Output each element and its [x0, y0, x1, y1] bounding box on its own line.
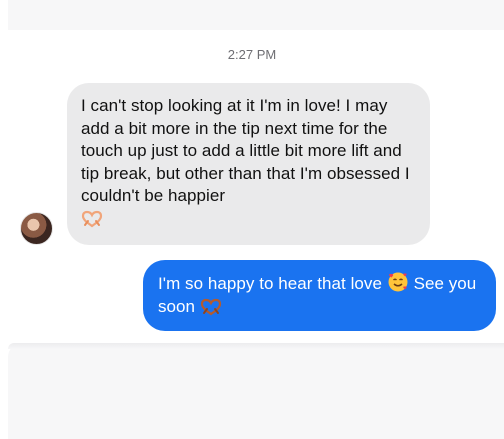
outgoing-message-bubble[interactable]: I'm so happy to hear that love See you s…	[143, 260, 496, 331]
contact-avatar[interactable]	[20, 212, 53, 245]
heart-hands-icon	[81, 210, 103, 228]
heart-hands-icon	[200, 298, 222, 316]
chat-screen: 2:27 PM I can't stop looking at it I'm i…	[0, 0, 504, 439]
composer-divider	[8, 343, 504, 349]
message-composer-area[interactable]	[8, 343, 504, 439]
incoming-message-text: I can't stop looking at it I'm in love! …	[81, 96, 410, 205]
smiling-face-with-hearts-icon	[387, 271, 409, 293]
top-bar	[8, 0, 504, 30]
message-timestamp: 2:27 PM	[227, 47, 277, 62]
incoming-message-bubble[interactable]: I can't stop looking at it I'm in love! …	[67, 83, 430, 245]
outgoing-message-text-start: I'm so happy to hear that love	[158, 274, 382, 293]
